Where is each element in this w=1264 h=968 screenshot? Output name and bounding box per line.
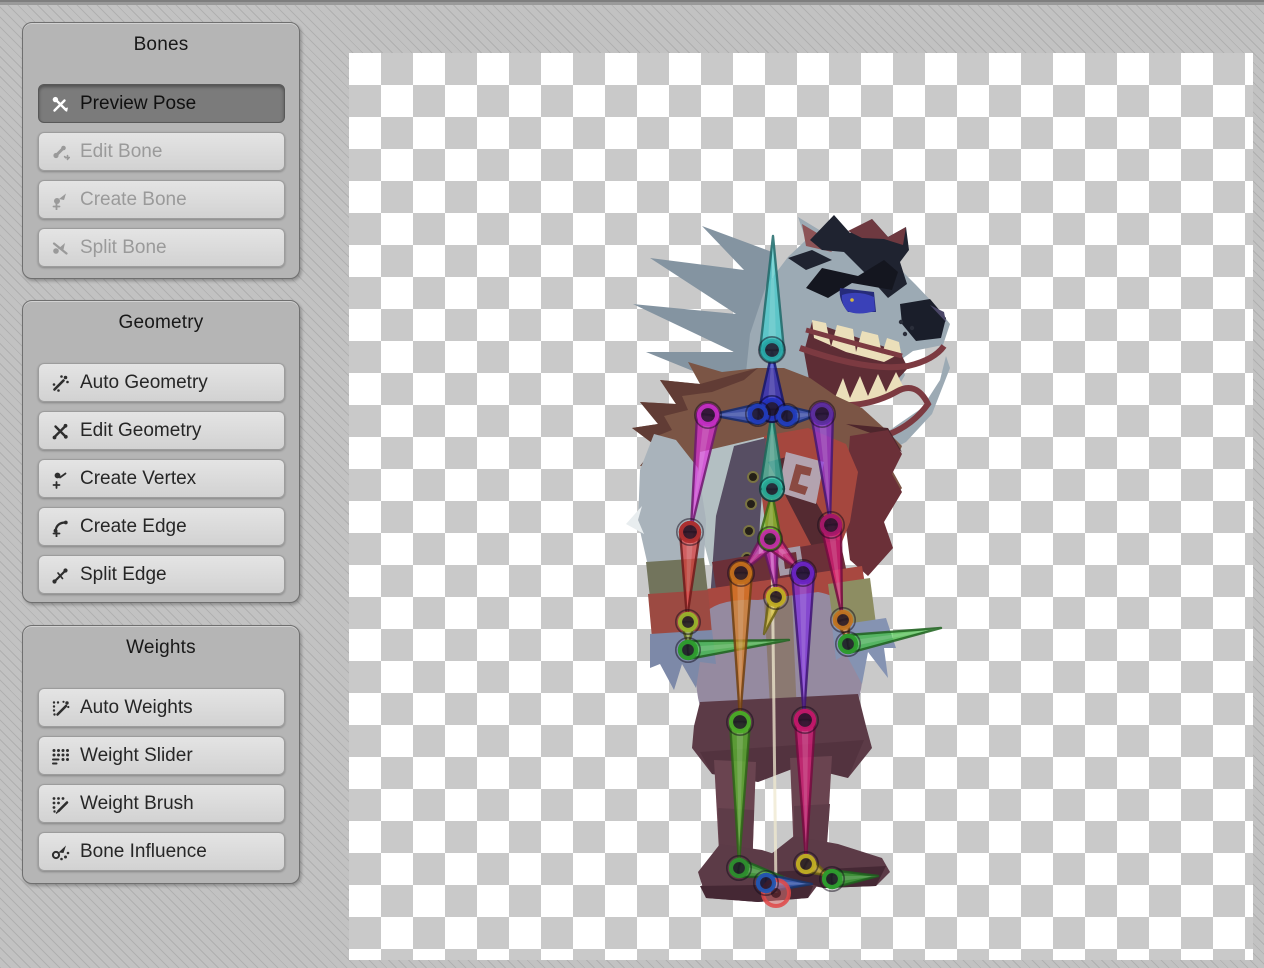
split-bone-button[interactable]: Split Bone [38, 228, 285, 267]
weights-panel: Weights Auto Weights Weight Slider Weigh… [22, 625, 300, 884]
auto-weights-icon [49, 697, 71, 719]
weights-panel-title: Weights [23, 626, 299, 659]
geometry-panel-title: Geometry [23, 301, 299, 334]
edit-geometry-icon [49, 420, 71, 442]
joint-pelvis[interactable] [758, 527, 782, 551]
create-edge-button[interactable]: Create Edge [38, 507, 285, 546]
eye [842, 293, 875, 314]
auto-geometry-button[interactable]: Auto Geometry [38, 363, 285, 402]
button-label: Weight Slider [80, 745, 193, 767]
split-edge-icon [49, 564, 71, 586]
canvas-svg [349, 53, 1253, 960]
split-edge-button[interactable]: Split Edge [38, 555, 285, 594]
joint-toe-left[interactable] [754, 871, 778, 895]
joint-shoulder-left[interactable] [695, 402, 721, 428]
joint-wrist-left[interactable] [676, 610, 700, 634]
button-label: Create Edge [80, 516, 187, 538]
joint-tail[interactable] [764, 585, 788, 609]
create-bone-button[interactable]: Create Bone [38, 180, 285, 219]
preview-pose-icon [49, 93, 71, 115]
joint-neck[interactable] [759, 337, 785, 363]
joint-elbow-right[interactable] [818, 512, 844, 538]
bone-influence-button[interactable]: Bone Influence [38, 832, 285, 871]
window-top-edge [0, 0, 1264, 5]
button-label: Preview Pose [80, 93, 196, 115]
button-label: Bone Influence [80, 841, 207, 863]
joint-shoulder-right[interactable] [809, 401, 835, 427]
auto-geometry-icon [49, 372, 71, 394]
split-bone-icon [49, 237, 71, 259]
joint-hip-right[interactable] [790, 560, 816, 586]
bone-influence-icon [49, 841, 71, 863]
joint-hand-left[interactable] [676, 638, 700, 662]
weight-slider-button[interactable]: Weight Slider [38, 736, 285, 775]
joint-hip-left[interactable] [728, 560, 754, 586]
button-label: Split Bone [80, 237, 167, 259]
button-label: Create Vertex [80, 468, 196, 490]
button-label: Auto Geometry [80, 372, 208, 394]
joint-knee-left[interactable] [727, 709, 753, 735]
create-edge-icon [49, 516, 71, 538]
preview-pose-button[interactable]: Preview Pose [38, 84, 285, 123]
joint-ankle-left[interactable] [727, 856, 751, 880]
button-label: Weight Brush [80, 793, 194, 815]
eye-glint [850, 298, 854, 302]
geometry-panel: Geometry Auto Geometry Edit Geometry Cre… [22, 300, 300, 603]
bones-panel-title: Bones [23, 23, 299, 56]
button-label: Auto Weights [80, 697, 193, 719]
joint-knee-right[interactable] [792, 707, 818, 733]
button-label: Edit Bone [80, 141, 162, 163]
button-label: Edit Geometry [80, 420, 201, 442]
joint-ankle-right[interactable] [794, 852, 818, 876]
create-bone-icon [49, 189, 71, 211]
joint-clav-right[interactable] [775, 404, 799, 428]
joint-wrist-right[interactable] [831, 608, 855, 632]
create-vertex-button[interactable]: Create Vertex [38, 459, 285, 498]
create-vertex-icon [49, 468, 71, 490]
joint-hand-right[interactable] [836, 632, 860, 656]
weight-slider-icon [49, 745, 71, 767]
edit-bone-button[interactable]: Edit Bone [38, 132, 285, 171]
joint-foot-right[interactable] [820, 867, 844, 891]
joint-belly[interactable] [760, 477, 784, 501]
edit-bone-icon [49, 141, 71, 163]
sprite-canvas[interactable] [349, 53, 1253, 960]
bones-panel: Bones Preview Pose Edit Bone Create Bone [22, 22, 300, 279]
button-label: Create Bone [80, 189, 187, 211]
weight-brush-button[interactable]: Weight Brush [38, 784, 285, 823]
edit-geometry-button[interactable]: Edit Geometry [38, 411, 285, 450]
button-label: Split Edge [80, 564, 167, 586]
auto-weights-button[interactable]: Auto Weights [38, 688, 285, 727]
weight-brush-icon [49, 793, 71, 815]
joint-elbow-left[interactable] [677, 519, 703, 545]
joint-clav-left[interactable] [746, 402, 770, 426]
